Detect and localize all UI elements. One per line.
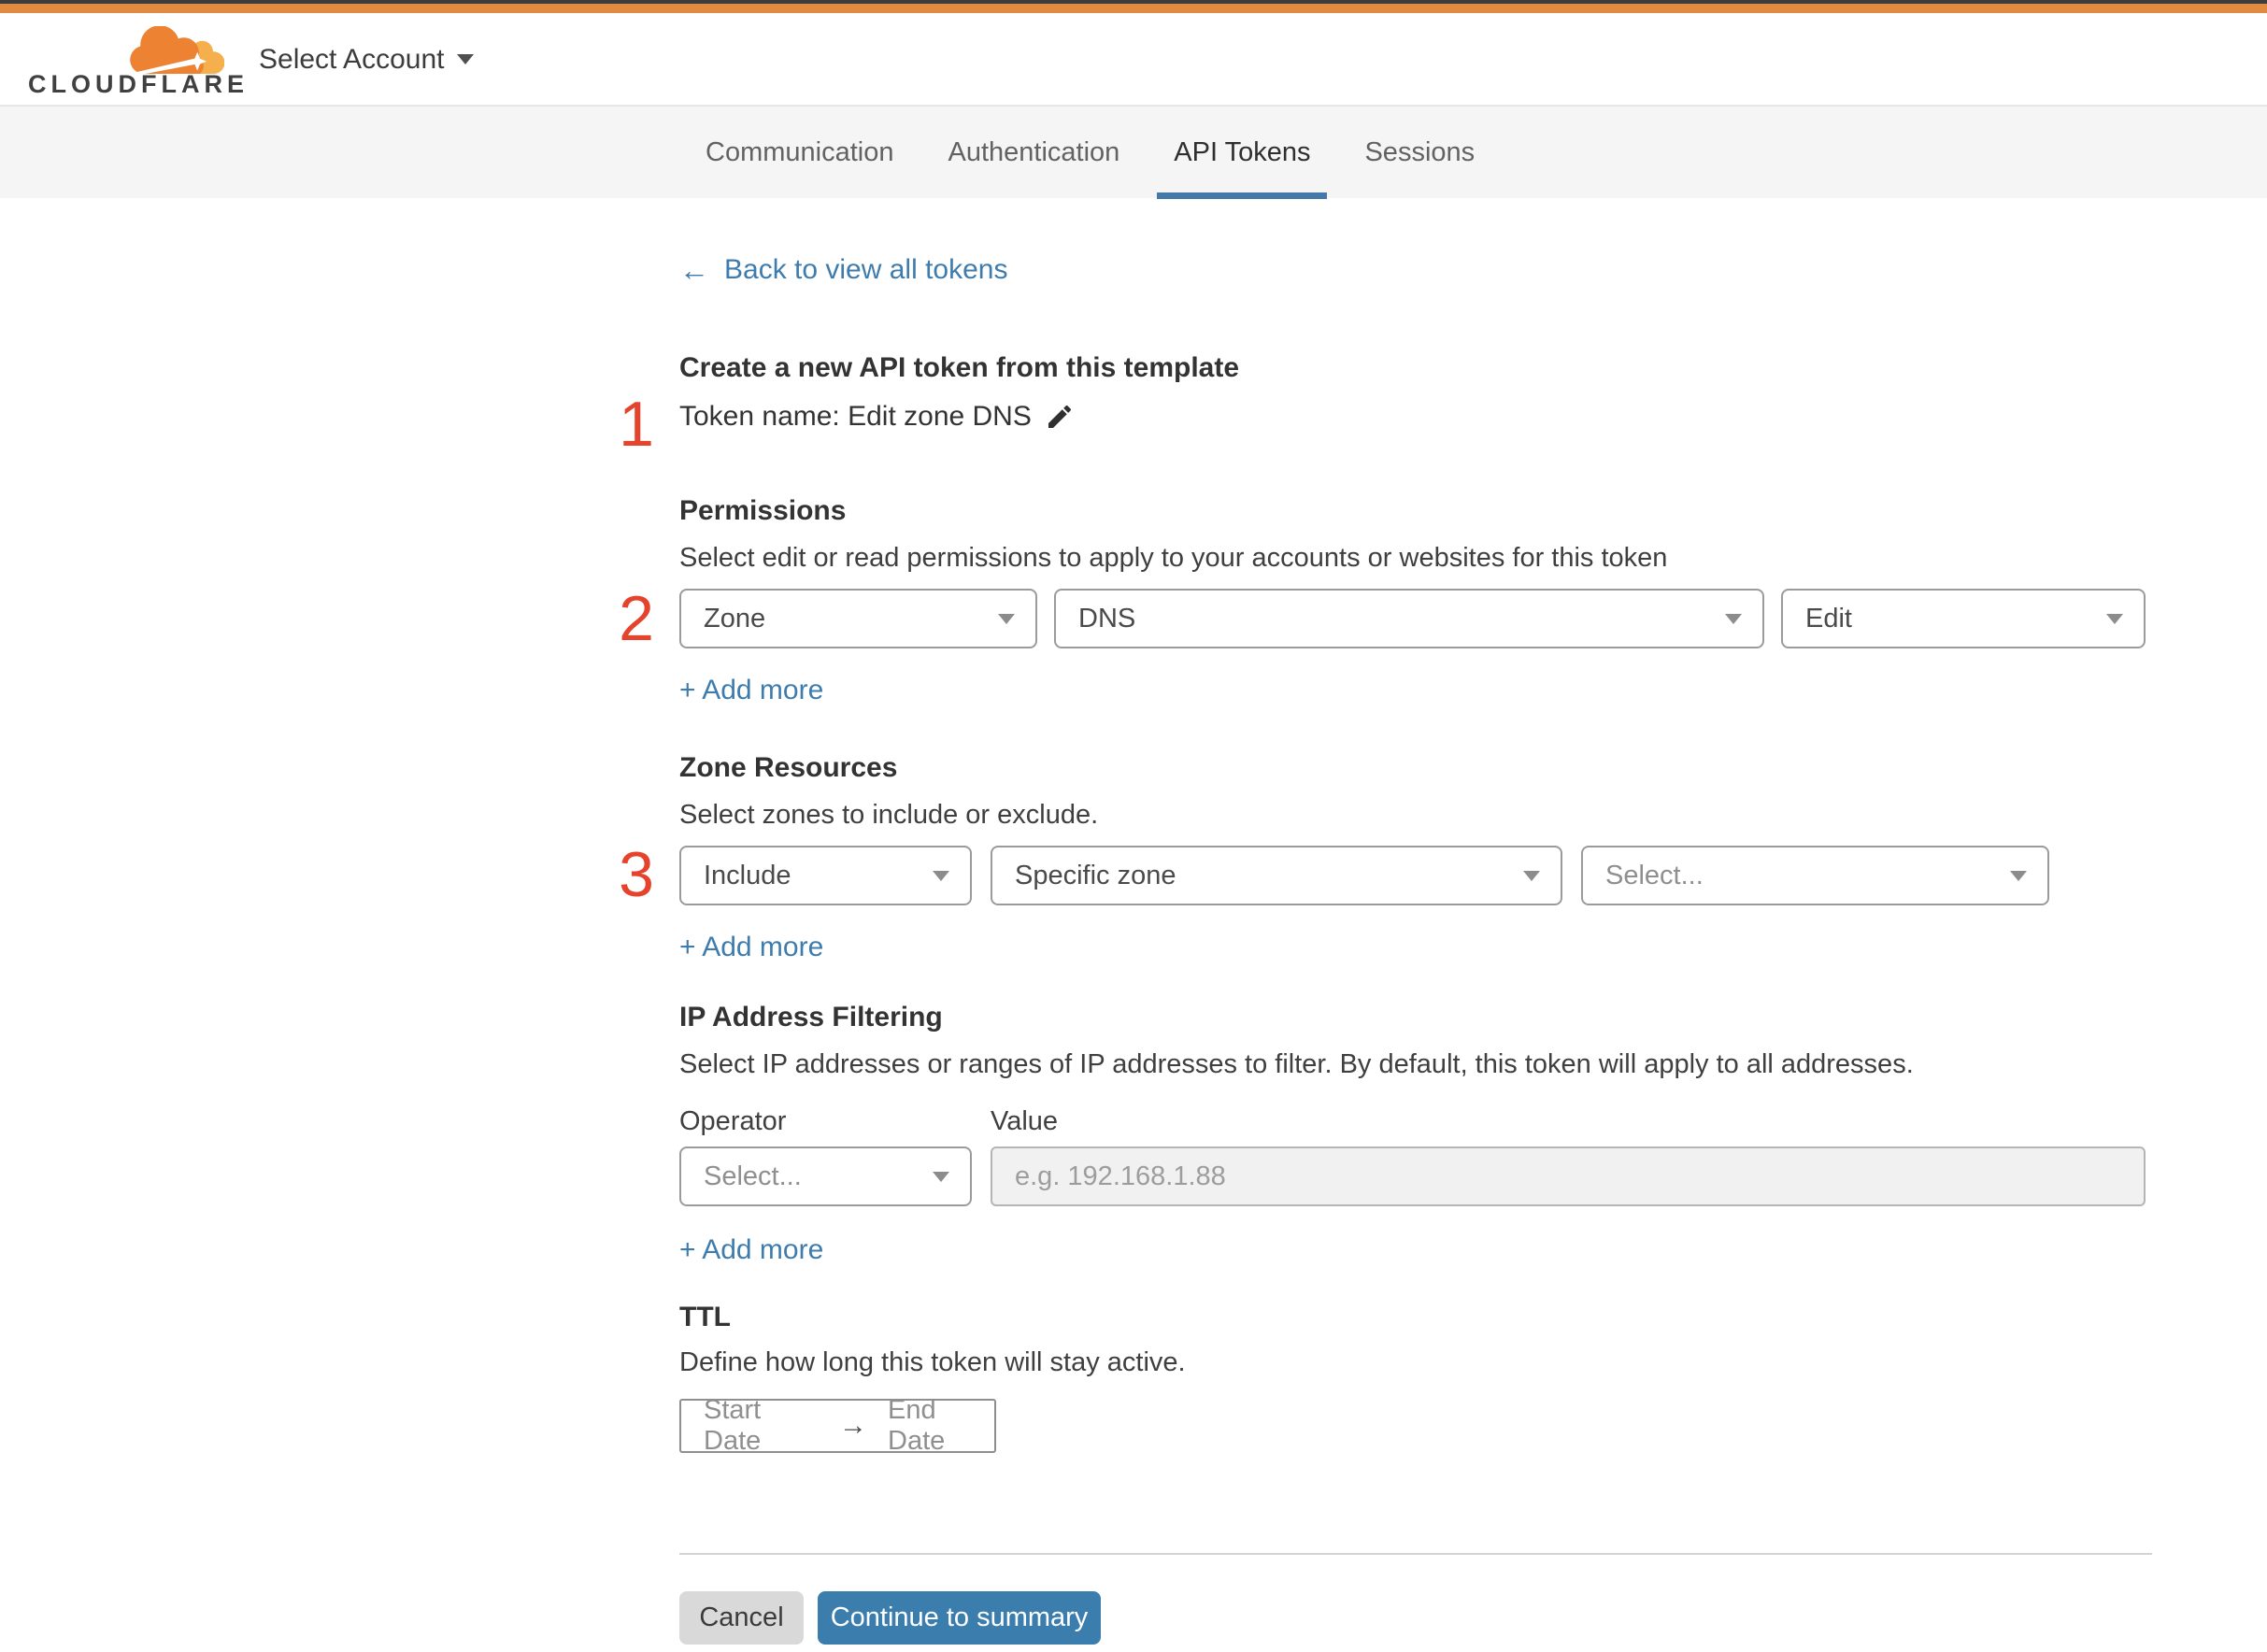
zone-resources-add-more-link[interactable]: + Add more	[679, 932, 823, 963]
arrow-right-icon: →	[839, 1410, 868, 1441]
zone-scope-select[interactable]: Specific zone	[991, 846, 1562, 905]
create-token-title: Create a new API token from this templat…	[679, 352, 1240, 383]
ip-operator-select[interactable]: Select...	[679, 1146, 972, 1206]
value-label: Value	[991, 1106, 1059, 1136]
chevron-down-icon	[1523, 871, 1540, 881]
permissions-section: Permissions Select edit or read permissi…	[679, 493, 2152, 706]
ttl-title: TTL	[679, 1302, 731, 1332]
chevron-down-icon	[1725, 614, 1742, 624]
ip-filtering-add-more-link[interactable]: + Add more	[679, 1234, 823, 1266]
zone-picker-select[interactable]: Select...	[1581, 846, 2049, 905]
zone-resources-section: Zone Resources Select zones to include o…	[679, 750, 2152, 963]
chevron-down-icon	[2010, 871, 2027, 881]
tab-bar: Communication Authentication API Tokens …	[0, 106, 2267, 199]
token-name-section: Create a new API token from this templat…	[679, 350, 2152, 433]
chevron-down-icon	[933, 871, 949, 881]
zone-mode-select[interactable]: Include	[679, 846, 972, 905]
cloudflare-logo[interactable]: CLOUDFLARE	[28, 21, 244, 103]
token-name-text: Token name: Edit zone DNS	[679, 401, 1032, 432]
ip-value-input[interactable]	[991, 1146, 2146, 1206]
zone-resources-title: Zone Resources	[679, 752, 898, 783]
step-number-2: 2	[619, 583, 654, 654]
app-header: CLOUDFLARE Select Account	[0, 13, 2267, 106]
permission-access-select[interactable]: Edit	[1781, 589, 2146, 648]
edit-pencil-icon[interactable]	[1045, 402, 1075, 432]
chevron-down-icon	[998, 614, 1015, 624]
back-link-label: Back to view all tokens	[724, 254, 1008, 285]
continue-to-summary-button[interactable]: Continue to summary	[818, 1591, 1101, 1645]
chevron-down-icon	[2106, 614, 2123, 624]
ttl-section: TTL Define how long this token will stay…	[679, 1300, 2152, 1456]
step-number-1: 1	[619, 389, 654, 460]
back-to-tokens-link[interactable]: ← Back to view all tokens	[679, 254, 1007, 286]
ip-filtering-description: Select IP addresses or ranges of IP addr…	[679, 1049, 1914, 1079]
brand-accent-bar	[0, 4, 2267, 13]
end-date-placeholder: End Date	[888, 1395, 946, 1456]
account-selector[interactable]: Select Account	[259, 13, 475, 106]
zone-resources-description: Select zones to include or exclude.	[679, 800, 1099, 830]
tab-communication[interactable]: Communication	[706, 107, 893, 199]
back-arrow-icon: ←	[679, 253, 709, 287]
start-date-placeholder: Start Date	[704, 1395, 762, 1456]
cancel-button[interactable]: Cancel	[679, 1591, 804, 1645]
ip-filtering-title: IP Address Filtering	[679, 1002, 943, 1032]
ttl-description: Define how long this token will stay act…	[679, 1347, 1186, 1377]
account-selector-label: Select Account	[259, 43, 445, 75]
permissions-add-more-link[interactable]: + Add more	[679, 675, 823, 706]
ttl-date-range-picker[interactable]: Start Date → End Date	[679, 1395, 996, 1456]
tab-authentication[interactable]: Authentication	[948, 107, 1119, 199]
chevron-down-icon	[457, 54, 475, 64]
operator-label: Operator	[679, 1106, 787, 1136]
permissions-description: Select edit or read permissions to apply…	[679, 543, 1668, 573]
chevron-down-icon	[933, 1172, 949, 1182]
tab-sessions[interactable]: Sessions	[1364, 107, 1475, 199]
ip-filtering-section: IP Address Filtering Select IP addresses…	[679, 1000, 2152, 1266]
permissions-title: Permissions	[679, 495, 847, 526]
permission-resource-select[interactable]: DNS	[1054, 589, 1764, 648]
tab-api-tokens[interactable]: API Tokens	[1157, 107, 1328, 199]
step-number-3: 3	[619, 839, 654, 910]
permission-scope-select[interactable]: Zone	[679, 589, 1037, 648]
cloudflare-wordmark: CLOUDFLARE	[28, 70, 249, 98]
footer-divider	[679, 1553, 2152, 1555]
footer-actions: Cancel Continue to summary	[679, 1591, 2152, 1645]
